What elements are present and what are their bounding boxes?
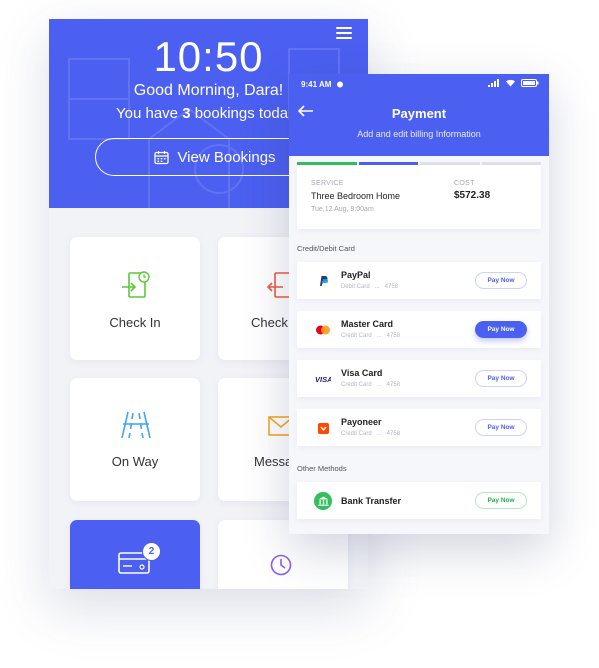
clock-icon: [270, 554, 292, 576]
method-name: Visa Card: [341, 368, 383, 378]
tile-label-on-way: On Way: [111, 454, 159, 469]
payment-method-paypal[interactable]: PayPal Debit Card ... 4758 Pay Now: [297, 262, 541, 299]
signal-icon: [488, 79, 499, 87]
method-detail: Credit Card ... 4758: [341, 431, 401, 437]
method-name: Payoneer: [341, 417, 382, 427]
method-detail: Credit Card ... 4758: [341, 382, 401, 388]
method-name: Bank Transfer: [341, 496, 402, 506]
service-name: Three Bedroom Home: [311, 191, 401, 201]
bank-icon: [314, 492, 332, 510]
payment-method-payoneer[interactable]: Payoneer Credit Card ... 4758 Pay Now: [297, 409, 541, 446]
method-name: Master Card: [341, 319, 394, 329]
mastercard-icon: [315, 322, 331, 338]
bookings-suffix: bookings toda: [190, 105, 289, 122]
notification-badge: 2: [142, 542, 161, 561]
bookings-prefix: You have: [116, 105, 183, 122]
wifi-icon: [506, 79, 515, 87]
calendar-icon: [154, 150, 170, 164]
pay-now-button[interactable]: Pay Now: [475, 370, 527, 387]
service-label: SERVICE: [311, 180, 344, 187]
payment-header: 9:41 AM Payment Add and edit billing Inf…: [289, 74, 549, 156]
payment-subtitle: Add and edit billing Information: [357, 129, 481, 139]
cost-label: COST: [454, 180, 475, 187]
payment-method-bank-transfer[interactable]: Bank Transfer Pay Now: [297, 482, 541, 519]
paypal-icon: [315, 273, 331, 289]
payoneer-icon: [315, 420, 331, 436]
road-icon: [121, 411, 151, 439]
payment-screen: 9:41 AM Payment Add and edit billing Inf…: [289, 74, 549, 534]
svg-text:VISA: VISA: [315, 375, 331, 383]
bookings-summary: You have 3 bookings toda: [116, 105, 288, 122]
pay-now-button[interactable]: Pay Now: [475, 272, 527, 289]
method-detail: Debit Card ... 4758: [341, 284, 399, 290]
pay-now-button[interactable]: Pay Now: [475, 419, 527, 436]
service-date: Tue,12 Aug, 9:00am: [311, 206, 374, 213]
status-icons: [488, 79, 539, 87]
tile-cards[interactable]: 2: [70, 520, 200, 589]
tile-check-in[interactable]: Check In: [70, 237, 200, 360]
visa-icon: VISA: [315, 371, 331, 387]
status-time: 9:41 AM: [301, 80, 344, 89]
tile-label-check-in: Check In: [109, 315, 161, 330]
card-section-label: Credit/Debit Card: [297, 244, 355, 253]
cost-value: $572.38: [454, 190, 491, 201]
pay-now-button[interactable]: Pay Now: [475, 321, 527, 338]
battery-icon: [521, 79, 539, 87]
other-section-label: Other Methods: [297, 464, 347, 473]
bookings-count: 3: [182, 105, 191, 122]
payment-method-visa[interactable]: VISA Visa Card Credit Card ... 4758 Pay …: [297, 360, 541, 397]
check-in-icon: [122, 271, 150, 298]
payment-title: Payment: [391, 106, 447, 121]
alarm-icon: [336, 81, 343, 88]
payment-method-mastercard[interactable]: Master Card Credit Card ... 4758 Pay Now: [297, 311, 541, 348]
method-name: PayPal: [341, 270, 371, 280]
tile-on-way[interactable]: On Way: [70, 378, 200, 501]
method-detail: Credit Card ... 4758: [341, 333, 401, 339]
view-bookings-label: View Bookings: [177, 148, 276, 166]
status-time-text: 9:41 AM: [301, 80, 332, 89]
pay-now-button[interactable]: Pay Now: [475, 492, 527, 509]
